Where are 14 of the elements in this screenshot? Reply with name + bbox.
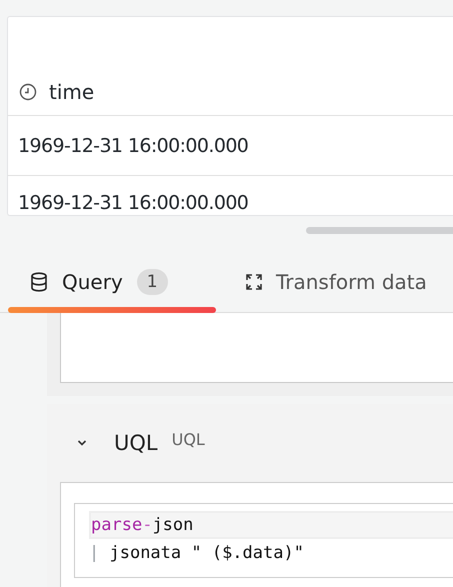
code-line: | jsonata " ($.data)" — [89, 542, 305, 565]
database-icon — [30, 272, 48, 292]
arrows-icon — [244, 272, 264, 292]
chevron-icon[interactable] — [77, 439, 87, 447]
table-cell-text: 1969-12-31 16:00:00.000 — [17, 134, 248, 156]
count-badge: 1 — [136, 269, 168, 295]
code-editor[interactable]: parse-json | jsonata " ($.data)" — [74, 503, 453, 578]
table-cell-text: 1969-12-31 16:00:00.000 — [17, 192, 248, 212]
tab[interactable]: Transform data — [216, 252, 427, 312]
tab[interactable]: Query 1 — [8, 252, 216, 312]
query-title: UQL — [114, 431, 158, 455]
datasource-label: UQL — [172, 430, 205, 448]
column-header[interactable]: time — [8, 80, 94, 115]
clock-icon — [19, 83, 37, 101]
